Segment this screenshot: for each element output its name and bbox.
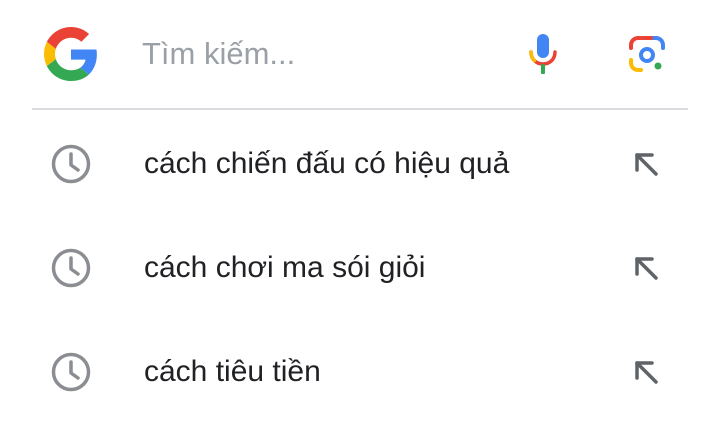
fill-query-arrow-icon (635, 257, 658, 280)
mic-icon (529, 34, 557, 74)
suggestion-item[interactable]: cách chiến đấu có hiệu quả (0, 110, 720, 214)
suggestion-text: cách chơi ma sói giỏi (144, 251, 426, 284)
suggestion-item[interactable]: cách chơi ma sói giỏi (0, 214, 720, 318)
fill-query-button[interactable] (630, 148, 664, 182)
history-icon (50, 143, 92, 185)
fill-query-arrow-icon (635, 153, 658, 176)
search-input[interactable] (142, 31, 502, 77)
history-icon (50, 351, 92, 393)
google-lens-icon (629, 36, 665, 72)
lens-search-button[interactable] (624, 31, 670, 77)
suggestion-item[interactable]: cách tiêu tiền (0, 318, 720, 422)
fill-query-arrow-icon (635, 361, 658, 384)
suggestion-text: cách chiến đấu có hiệu quả (144, 147, 510, 180)
voice-search-button[interactable] (523, 29, 563, 79)
google-logo-icon (44, 27, 98, 81)
suggestion-list: cách chiến đấu có hiệu quả cách chơi ma … (0, 110, 720, 422)
fill-query-button[interactable] (630, 252, 664, 286)
fill-query-button[interactable] (630, 356, 664, 390)
history-icon (50, 247, 92, 289)
suggestion-text: cách tiêu tiền (144, 355, 321, 388)
search-bar (0, 0, 720, 108)
